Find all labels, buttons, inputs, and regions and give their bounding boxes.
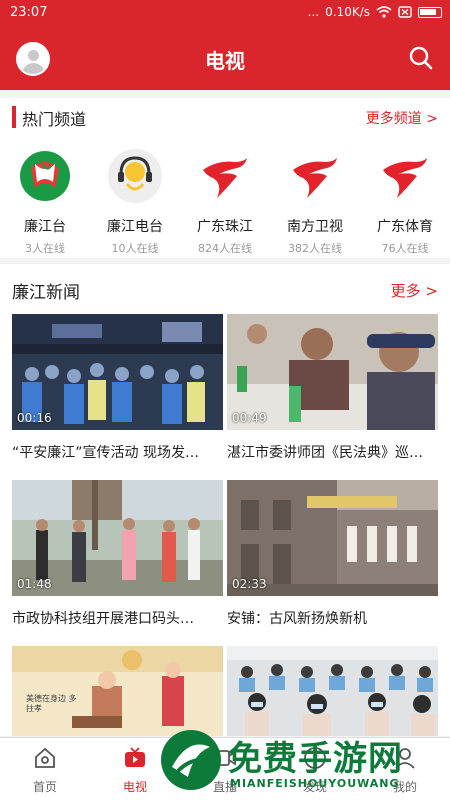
status-bar: 23:07 ... 0.10K/s [0, 0, 450, 28]
tab-discover[interactable]: 发现 [270, 738, 360, 800]
news-section: 廉江新闻 更多 > 00:16 “平安廉江”宣传活动 现场发… 00:49 湛江… [0, 264, 450, 736]
channel-item[interactable]: 廉江电台 10人在线 [90, 148, 180, 256]
hot-channels-section: 热门频道 更多频道 > 廉江台 3人在线 廉江电台 10人在线 广东珠江 824… [0, 98, 450, 258]
app-header: 电视 [0, 28, 450, 90]
video-caption: 安铺：古风新扬焕新机 [227, 611, 367, 627]
home-icon [35, 747, 55, 768]
channel-item[interactable]: 南方卫视 382人在线 [270, 148, 360, 256]
video-thumbnail[interactable]: 00:16 [12, 314, 223, 430]
video-card[interactable] [227, 646, 438, 736]
tab-live[interactable]: 直播 [180, 738, 270, 800]
more-news-link[interactable]: 更多 > [391, 280, 438, 301]
status-right: ... 0.10K/s [308, 5, 442, 19]
video-duration: 02:33 [232, 577, 267, 591]
channel-viewers: 10人在线 [111, 242, 159, 255]
video-caption: 湛江市委讲师团《民法典》巡… [227, 445, 423, 461]
search-icon[interactable] [408, 45, 434, 71]
user-icon [395, 748, 415, 769]
video-thumbnail[interactable]: 01:48 [12, 480, 223, 596]
channel-name: 广东体育 [377, 219, 433, 235]
video-thumbnail[interactable]: 00:49 [227, 314, 438, 430]
channel-item[interactable]: 廉江台 3人在线 [0, 148, 90, 256]
live-icon [214, 750, 236, 766]
tab-label: 我的 [392, 780, 417, 794]
channel-name: 廉江电台 [107, 219, 163, 235]
channel-viewers: 824人在线 [198, 242, 252, 255]
network-speed: 0.10K/s [325, 5, 370, 19]
video-caption: 市政协科技组开展港口码头… [12, 611, 194, 627]
tab-label: 电视 [122, 780, 147, 794]
guangdong-tv-logo [293, 158, 337, 198]
wifi-icon [376, 6, 392, 18]
video-thumbnail[interactable]: 美德在身边 多拄孝 [12, 646, 223, 736]
compass-icon [304, 747, 326, 769]
status-time: 23:07 [10, 5, 48, 20]
battery-icon [418, 6, 442, 18]
channel-name: 南方卫视 [287, 219, 343, 235]
thumbnail-art-text: 美德在身边 多拄孝 [26, 694, 77, 713]
tab-mine[interactable]: 我的 [360, 738, 450, 800]
classroom-scene [227, 646, 438, 736]
page-title: 电视 [205, 49, 245, 73]
video-caption: “平安廉江”宣传活动 现场发… [12, 445, 199, 461]
sim-off-icon [398, 6, 412, 18]
channel-viewers: 382人在线 [288, 242, 342, 255]
radio-station-logo [108, 149, 162, 203]
channel-viewers: 76人在线 [381, 242, 429, 255]
tab-label: 直播 [212, 780, 237, 794]
video-duration: 00:49 [232, 411, 267, 425]
lianjiang-tv-logo [20, 151, 70, 201]
video-thumbnail[interactable] [227, 646, 438, 736]
video-thumbnail[interactable]: 02:33 [227, 480, 438, 596]
more-channels-link[interactable]: 更多频道 > [366, 108, 438, 128]
channel-list: 廉江台 3人在线 廉江电台 10人在线 广东珠江 824人在线 南方卫视 382… [0, 148, 450, 256]
tab-home[interactable]: 首页 [0, 738, 90, 800]
channel-item[interactable]: 广东体育 76人在线 [360, 148, 450, 256]
section-title: 廉江新闻 [12, 283, 80, 303]
tab-label: 首页 [32, 780, 57, 794]
tv-icon [125, 747, 145, 767]
video-card[interactable]: 02:33 安铺：古风新扬焕新机 [227, 480, 438, 628]
bottom-tab-bar: 首页 电视 直播 发现 我的 [0, 737, 450, 800]
channel-name: 廉江台 [24, 219, 66, 235]
guangdong-tv-logo [383, 158, 427, 198]
video-card[interactable]: 美德在身边 多拄孝 [12, 646, 223, 736]
illustration-thumbnail [12, 646, 223, 736]
video-card[interactable]: 00:49 湛江市委讲师团《民法典》巡… [227, 314, 438, 462]
channel-item[interactable]: 广东珠江 824人在线 [180, 148, 270, 256]
video-card[interactable]: 01:48 市政协科技组开展港口码头… [12, 480, 223, 628]
video-duration: 00:16 [17, 411, 52, 425]
video-duration: 01:48 [17, 577, 52, 591]
guangdong-tv-logo [203, 158, 247, 198]
signal-dots: ... [307, 5, 320, 19]
video-card[interactable]: 00:16 “平安廉江”宣传活动 现场发… [12, 314, 223, 462]
section-accent-bar [12, 106, 16, 128]
channel-viewers: 3人在线 [25, 242, 65, 255]
tab-tv[interactable]: 电视 [90, 738, 180, 800]
channel-name: 广东珠江 [197, 219, 253, 235]
section-title: 热门频道 [22, 110, 87, 129]
tab-label: 发现 [302, 780, 327, 794]
